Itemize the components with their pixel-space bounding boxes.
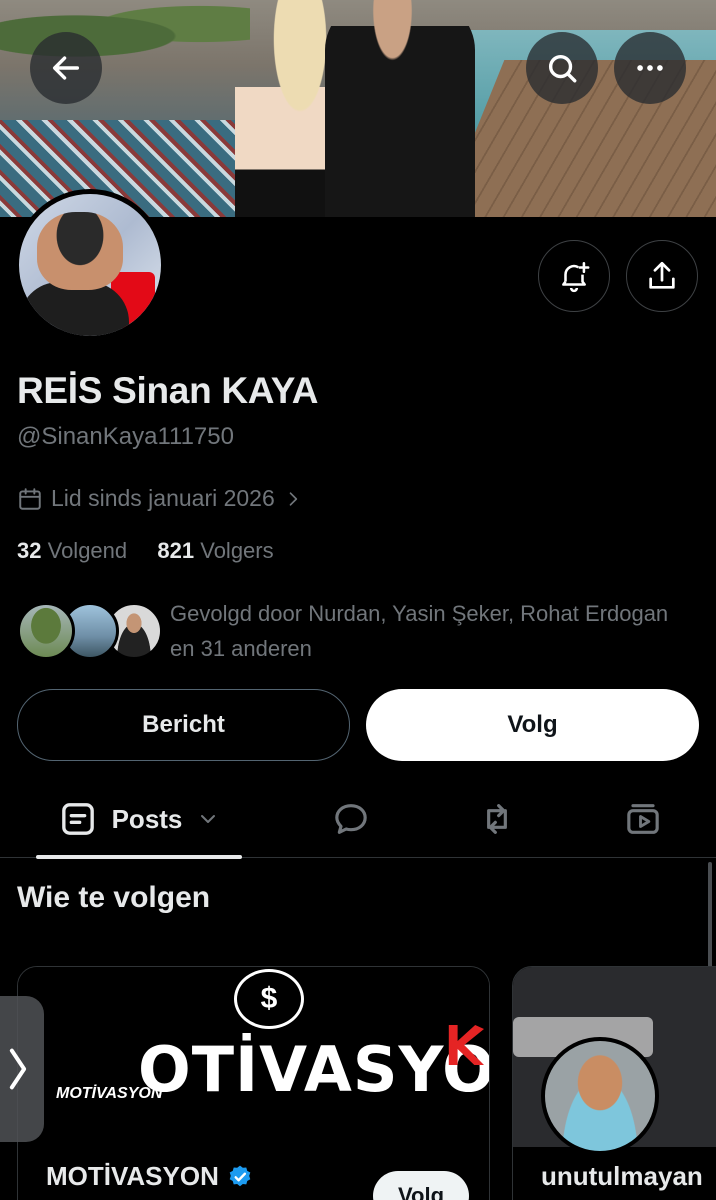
reply-icon <box>335 804 367 834</box>
followed-by-row[interactable]: Gevolgd door Nurdan, Yasin Şeker, Rohat … <box>17 596 707 666</box>
more-button[interactable] <box>614 32 686 104</box>
repost-icon <box>487 804 507 834</box>
banner-small-text: MOTİVASYON <box>56 1085 163 1102</box>
banner-text: OTİVASYON <box>138 1033 489 1106</box>
chevron-right-icon <box>289 491 297 506</box>
message-button[interactable]: Bericht <box>17 689 350 761</box>
followed-by-text: Gevolgd door Nurdan, Yasin Şeker, Rohat … <box>170 601 669 661</box>
share-button[interactable] <box>626 240 698 312</box>
card-banner: $ OTİVASYON MOTİVASYON <box>18 967 489 1147</box>
tab-replies[interactable] <box>310 780 392 858</box>
followers-label: Volgers <box>200 538 274 563</box>
chevron-right-icon <box>9 1048 27 1090</box>
followers-stat[interactable]: 821 Volgers <box>157 538 273 563</box>
profile-tabs: Posts <box>0 780 716 859</box>
joined-date-text: Lid sinds januari 2026 <box>51 485 275 511</box>
notify-button[interactable] <box>538 240 610 312</box>
verified-badge-icon <box>229 1165 251 1186</box>
suggestion-name: unutulmayan <box>541 1161 703 1191</box>
joined-date-row[interactable]: Lid sinds januari 2026 <box>17 485 303 512</box>
dollar-icon: $ <box>234 969 304 1029</box>
suggestion-card[interactable]: unutulmayan <box>512 966 716 1200</box>
profile-avatar[interactable] <box>14 189 166 341</box>
tab-media[interactable] <box>602 780 684 858</box>
arrow-left-icon <box>52 56 80 80</box>
active-tab-indicator <box>36 855 242 859</box>
suggestion-name-row: MOTİVASYON <box>46 1161 253 1192</box>
following-label: Volgend <box>47 538 128 563</box>
search-icon <box>548 54 577 83</box>
following-stat[interactable]: 32 Volgend <box>17 538 127 563</box>
profile-banner[interactable] <box>0 0 716 217</box>
following-count: 32 <box>17 538 42 563</box>
suggestion-name: MOTİVASYON <box>46 1161 219 1191</box>
user-handle: @SinanKaya111750 <box>17 423 234 450</box>
chevron-down-icon <box>201 815 216 823</box>
tab-posts-label: Posts <box>111 803 183 834</box>
back-button[interactable] <box>30 32 102 104</box>
share-icon <box>649 261 675 289</box>
side-panel-handle[interactable] <box>0 996 44 1142</box>
tab-posts[interactable]: Posts <box>36 780 242 859</box>
follow-button[interactable]: Volg <box>366 689 699 761</box>
follow-stats: 32 Volgend 821 Volgers <box>17 538 274 564</box>
followers-count: 821 <box>157 538 195 563</box>
calendar-icon <box>19 487 41 510</box>
who-to-follow-title: Wie te volgen <box>17 881 211 914</box>
bell-plus-icon <box>562 261 590 293</box>
avatar-face <box>37 212 123 290</box>
media-icon <box>627 804 659 834</box>
suggestion-card[interactable]: $ OTİVASYON MOTİVASYON MOTİVASYON Volg <box>17 966 490 1200</box>
suggestion-follow-button[interactable]: Volg <box>373 1171 469 1200</box>
display-name: REİS Sinan KAYA <box>17 370 319 411</box>
follower-avatar <box>17 602 75 660</box>
banner-person <box>325 0 475 217</box>
tab-reposts[interactable] <box>456 780 538 858</box>
more-horizontal-icon <box>637 65 663 71</box>
suggestion-avatar <box>541 1037 659 1155</box>
avatar-shirt <box>19 282 129 336</box>
posts-icon <box>61 803 94 835</box>
search-button[interactable] <box>526 32 598 104</box>
